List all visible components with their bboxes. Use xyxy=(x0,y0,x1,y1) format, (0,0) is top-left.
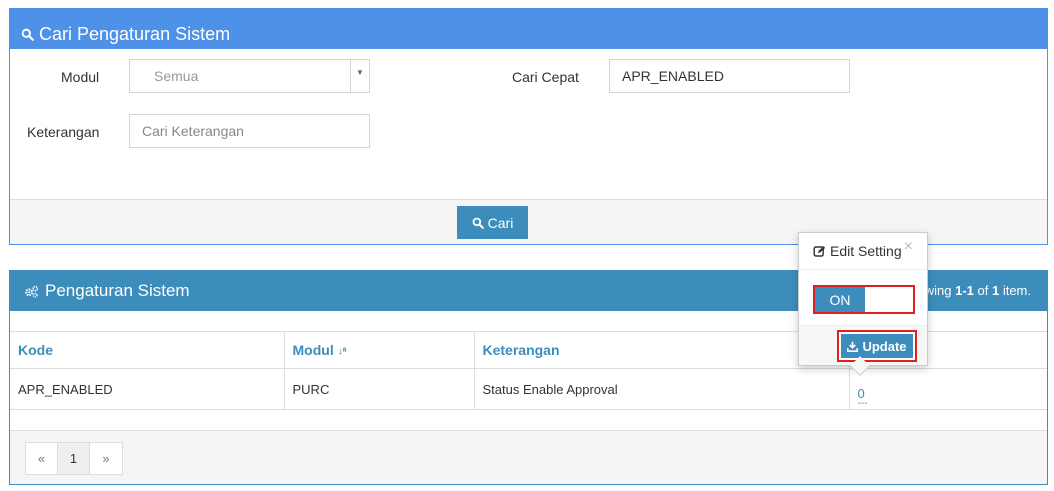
cell-modul: PURC xyxy=(284,368,475,410)
cell-keterangan: Status Enable Approval xyxy=(474,368,850,410)
download-icon xyxy=(847,341,859,352)
popover-title-bar: Edit Setting × xyxy=(799,233,927,270)
keterangan-placeholder: Cari Keterangan xyxy=(142,123,244,139)
toggle-on-label: ON xyxy=(815,287,865,312)
column-header-kode[interactable]: Kode xyxy=(10,331,285,369)
cari-button-label: Cari xyxy=(487,214,514,231)
search-icon xyxy=(472,217,484,229)
gears-icon xyxy=(25,285,39,298)
cari-button[interactable]: Cari xyxy=(457,206,528,239)
close-icon[interactable]: × xyxy=(904,238,913,256)
value-underline: --- xyxy=(857,397,868,409)
pagination-prev[interactable]: « xyxy=(26,443,58,474)
search-icon xyxy=(21,28,34,41)
modul-label: Modul xyxy=(61,69,100,85)
pagination-bar: « 1 » xyxy=(10,430,1047,484)
pagination-page-1[interactable]: 1 xyxy=(58,443,90,474)
toggle-off-area xyxy=(865,287,913,312)
edit-icon xyxy=(813,245,826,257)
sort-ascending-icon: ↓ᵃ xyxy=(337,345,347,357)
cari-cepat-label: Cari Cepat xyxy=(512,69,579,85)
edit-setting-popover: Edit Setting × ON Update xyxy=(798,232,928,376)
cell-kode: APR_ENABLED xyxy=(10,368,285,410)
caret-down-icon: ▼ xyxy=(350,60,369,92)
cari-cepat-value: APR_ENABLED xyxy=(622,68,724,84)
search-panel: Cari Pengaturan Sistem Modul Semua ▼ Car… xyxy=(9,8,1048,245)
keterangan-input[interactable]: Cari Keterangan xyxy=(129,114,370,148)
modul-select-value: Semua xyxy=(154,68,199,84)
settings-panel-title: Pengaturan Sistem xyxy=(45,281,190,300)
search-panel-title: Cari Pengaturan Sistem xyxy=(39,23,231,44)
cari-cepat-input[interactable]: APR_ENABLED xyxy=(609,59,850,93)
search-panel-header: Cari Pengaturan Sistem xyxy=(10,9,1047,49)
pagination: « 1 » xyxy=(25,442,123,475)
summary-text: wing 1-1 of 1 item. xyxy=(924,283,1031,298)
table-row: APR_ENABLED PURC Status Enable Approval … xyxy=(10,368,1047,410)
value-edit-link[interactable]: 0 --- xyxy=(857,386,868,409)
update-button-label: Update xyxy=(862,338,907,354)
column-header-keterangan[interactable]: Keterangan xyxy=(474,331,850,369)
keterangan-label: Keterangan xyxy=(27,124,100,140)
setting-toggle-switch[interactable]: ON xyxy=(813,285,915,314)
popover-title: Edit Setting xyxy=(830,243,902,259)
update-button-inner: Update xyxy=(841,334,913,358)
column-header-modul[interactable]: Modul ↓ᵃ xyxy=(284,331,475,369)
update-button[interactable]: Update xyxy=(837,330,917,362)
cell-value: 0 --- xyxy=(849,368,1047,410)
modul-select[interactable]: Semua ▼ xyxy=(129,59,370,93)
pagination-next[interactable]: » xyxy=(90,443,122,474)
popover-footer: Update xyxy=(799,325,927,376)
